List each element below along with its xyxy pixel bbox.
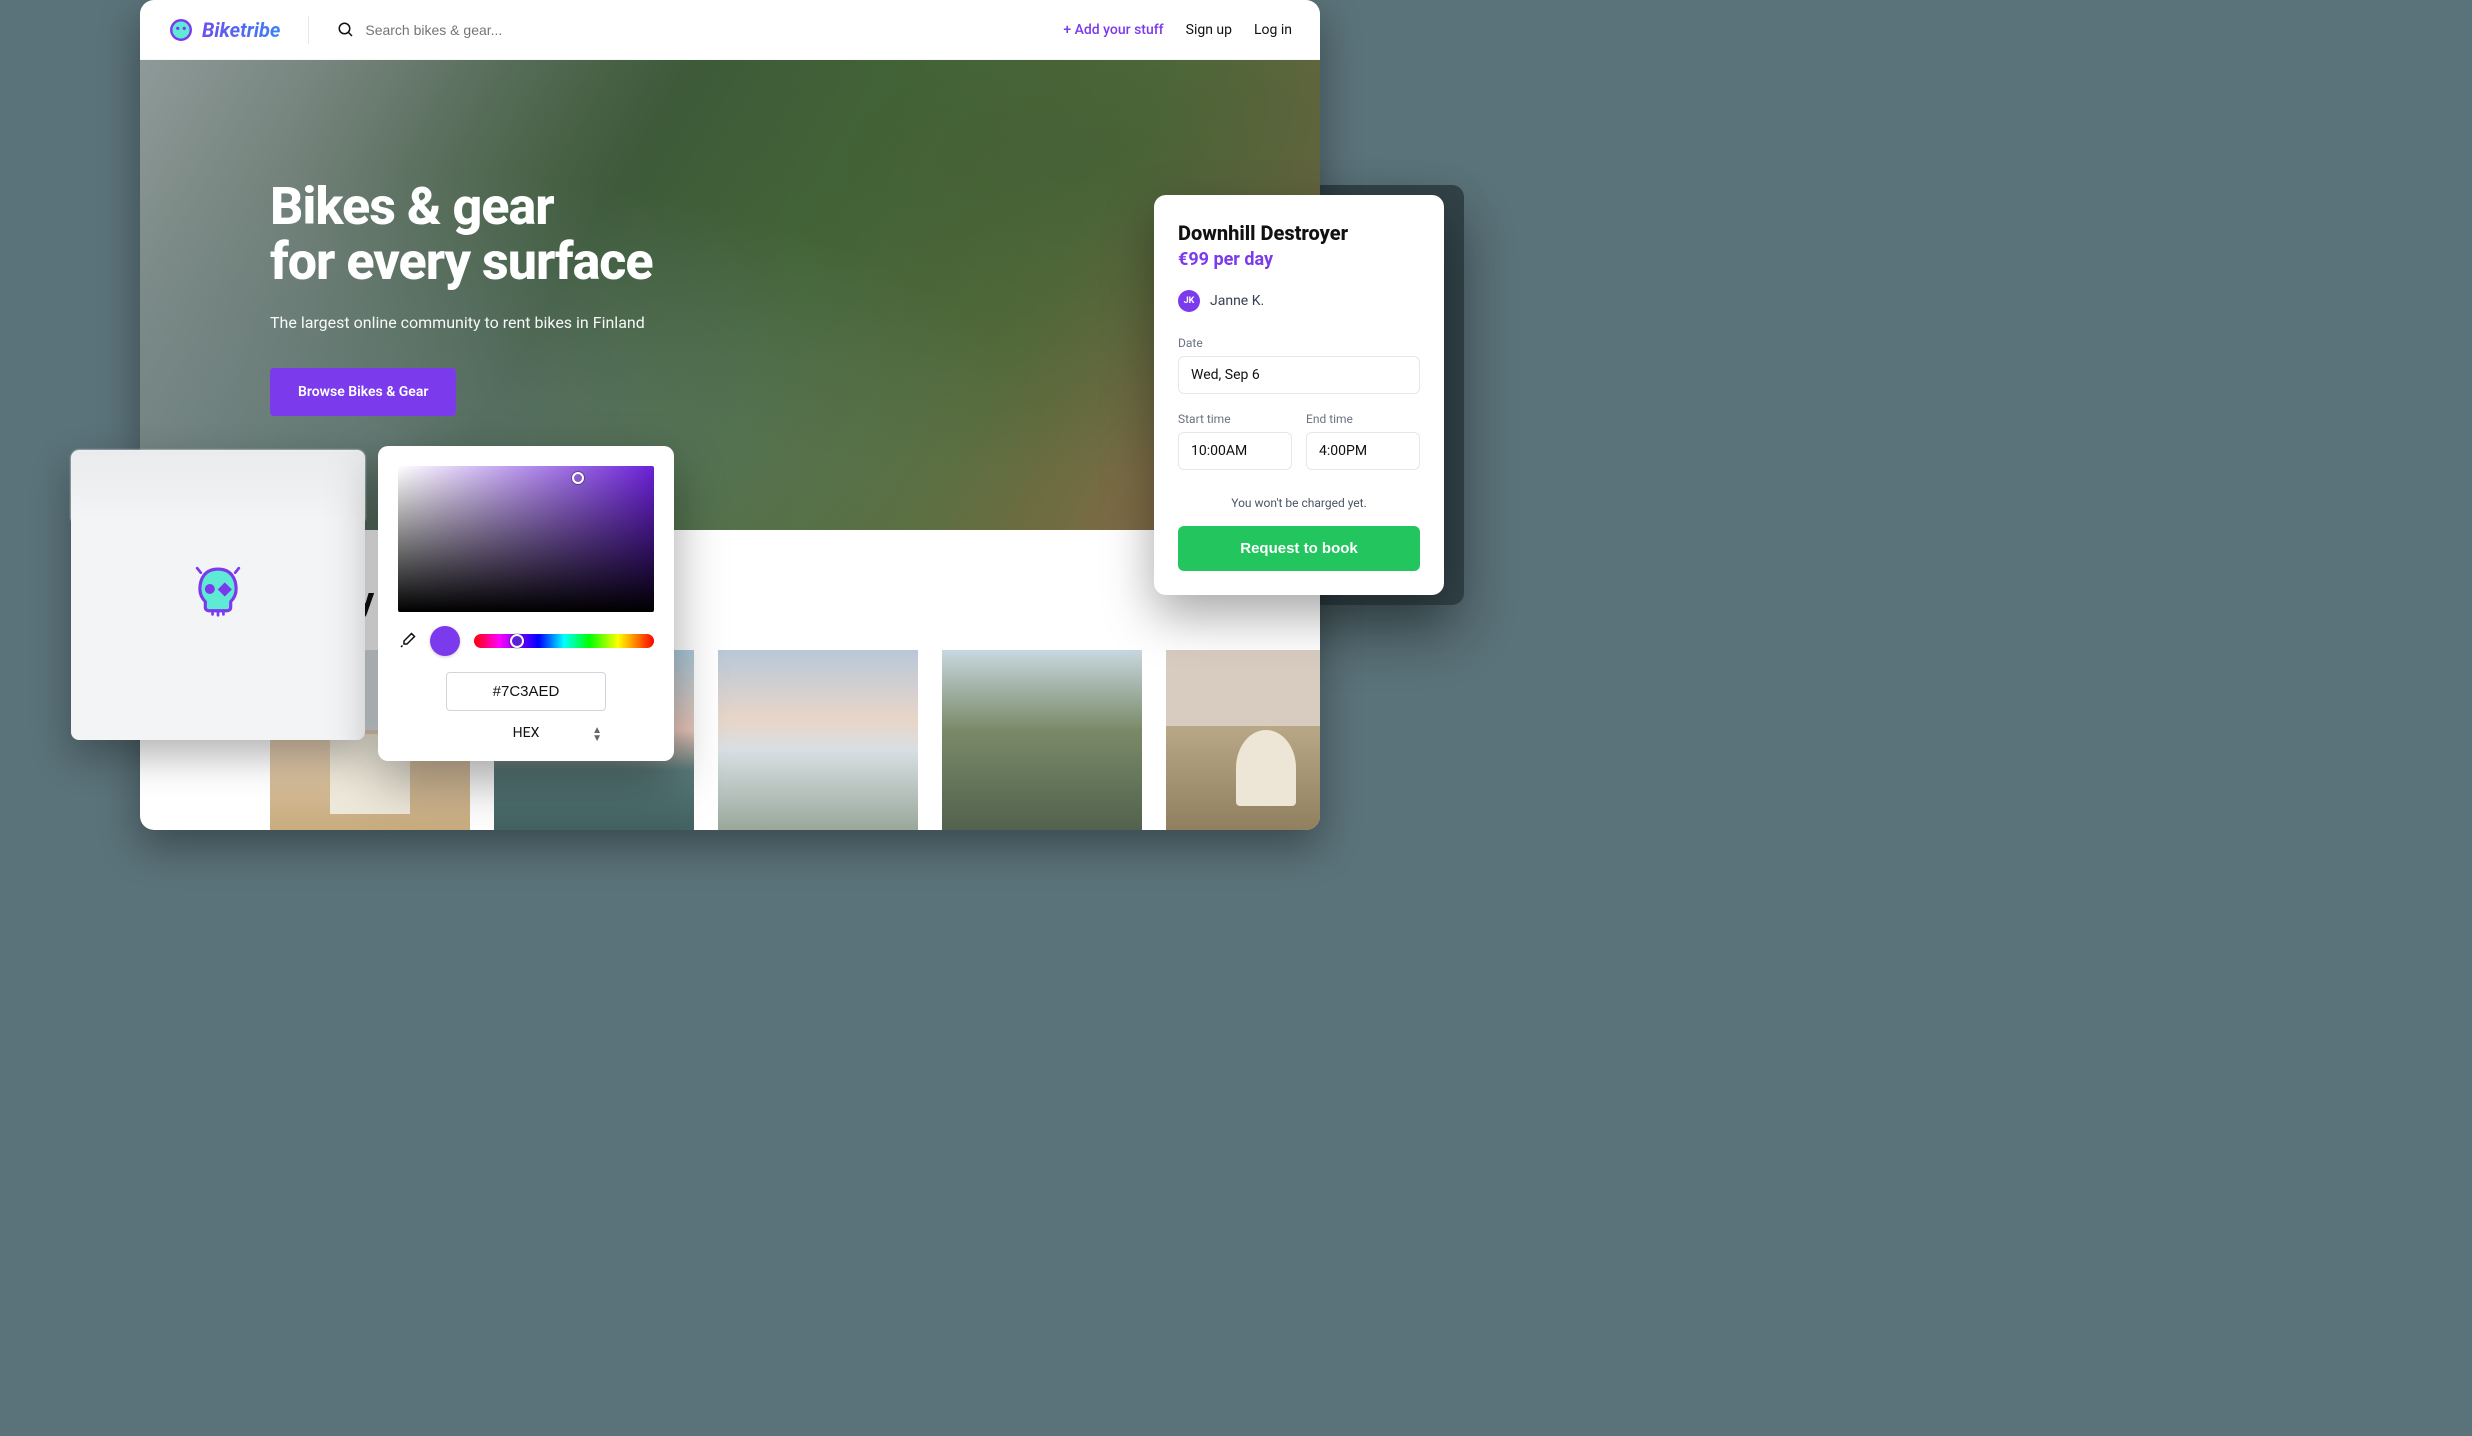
eyedropper-icon[interactable] xyxy=(398,632,416,650)
hex-input[interactable] xyxy=(446,672,606,711)
search-input[interactable] xyxy=(365,22,665,38)
brand-name: Biketribe xyxy=(202,18,280,42)
signup-link[interactable]: Sign up xyxy=(1186,22,1232,38)
nav-right: + Add your stuff Sign up Log in xyxy=(1063,22,1292,38)
chevron-up-down-icon[interactable]: ▲▼ xyxy=(592,727,602,743)
hero-title-line1: Bikes & gear xyxy=(270,180,1190,235)
color-format-select[interactable]: HEX ▲▼ xyxy=(398,725,654,741)
color-picker-panel: HEX ▲▼ xyxy=(378,446,674,761)
hue-thumb[interactable] xyxy=(510,634,524,648)
brand-logo-icon xyxy=(168,17,194,43)
saturation-cursor[interactable] xyxy=(572,472,584,484)
brand[interactable]: Biketribe xyxy=(168,17,280,43)
end-time-field[interactable]: 4:00PM xyxy=(1306,432,1420,470)
saturation-field[interactable] xyxy=(398,466,654,612)
browse-button[interactable]: Browse Bikes & Gear xyxy=(270,368,456,416)
booking-note: You won't be charged yet. xyxy=(1178,496,1420,510)
hero-title-line2: for every surface xyxy=(270,235,1190,290)
request-to-book-button[interactable]: Request to book xyxy=(1178,526,1420,571)
hero-subtitle: The largest online community to rent bik… xyxy=(270,313,1190,332)
search[interactable] xyxy=(337,21,1039,39)
location-card[interactable] xyxy=(718,650,918,830)
location-card[interactable] xyxy=(1166,650,1320,830)
color-swatch xyxy=(430,626,460,656)
hue-slider[interactable] xyxy=(474,634,654,648)
top-bar: Biketribe + Add your stuff Sign up Log i… xyxy=(140,0,1320,60)
divider xyxy=(308,16,309,44)
end-time-label: End time xyxy=(1306,412,1420,426)
color-format-label: HEX xyxy=(513,725,540,741)
logo-preview xyxy=(71,520,365,740)
location-card[interactable] xyxy=(942,650,1142,830)
login-link[interactable]: Log in xyxy=(1254,22,1292,38)
skull-icon xyxy=(189,560,247,618)
brand-logo-panel xyxy=(71,450,365,740)
search-icon xyxy=(337,21,355,39)
panel-header-blur xyxy=(71,450,365,520)
hero-title: Bikes & gear for every surface xyxy=(270,180,1190,289)
add-your-stuff-link[interactable]: + Add your stuff xyxy=(1063,22,1163,38)
start-time-field[interactable]: 10:00AM xyxy=(1178,432,1292,470)
